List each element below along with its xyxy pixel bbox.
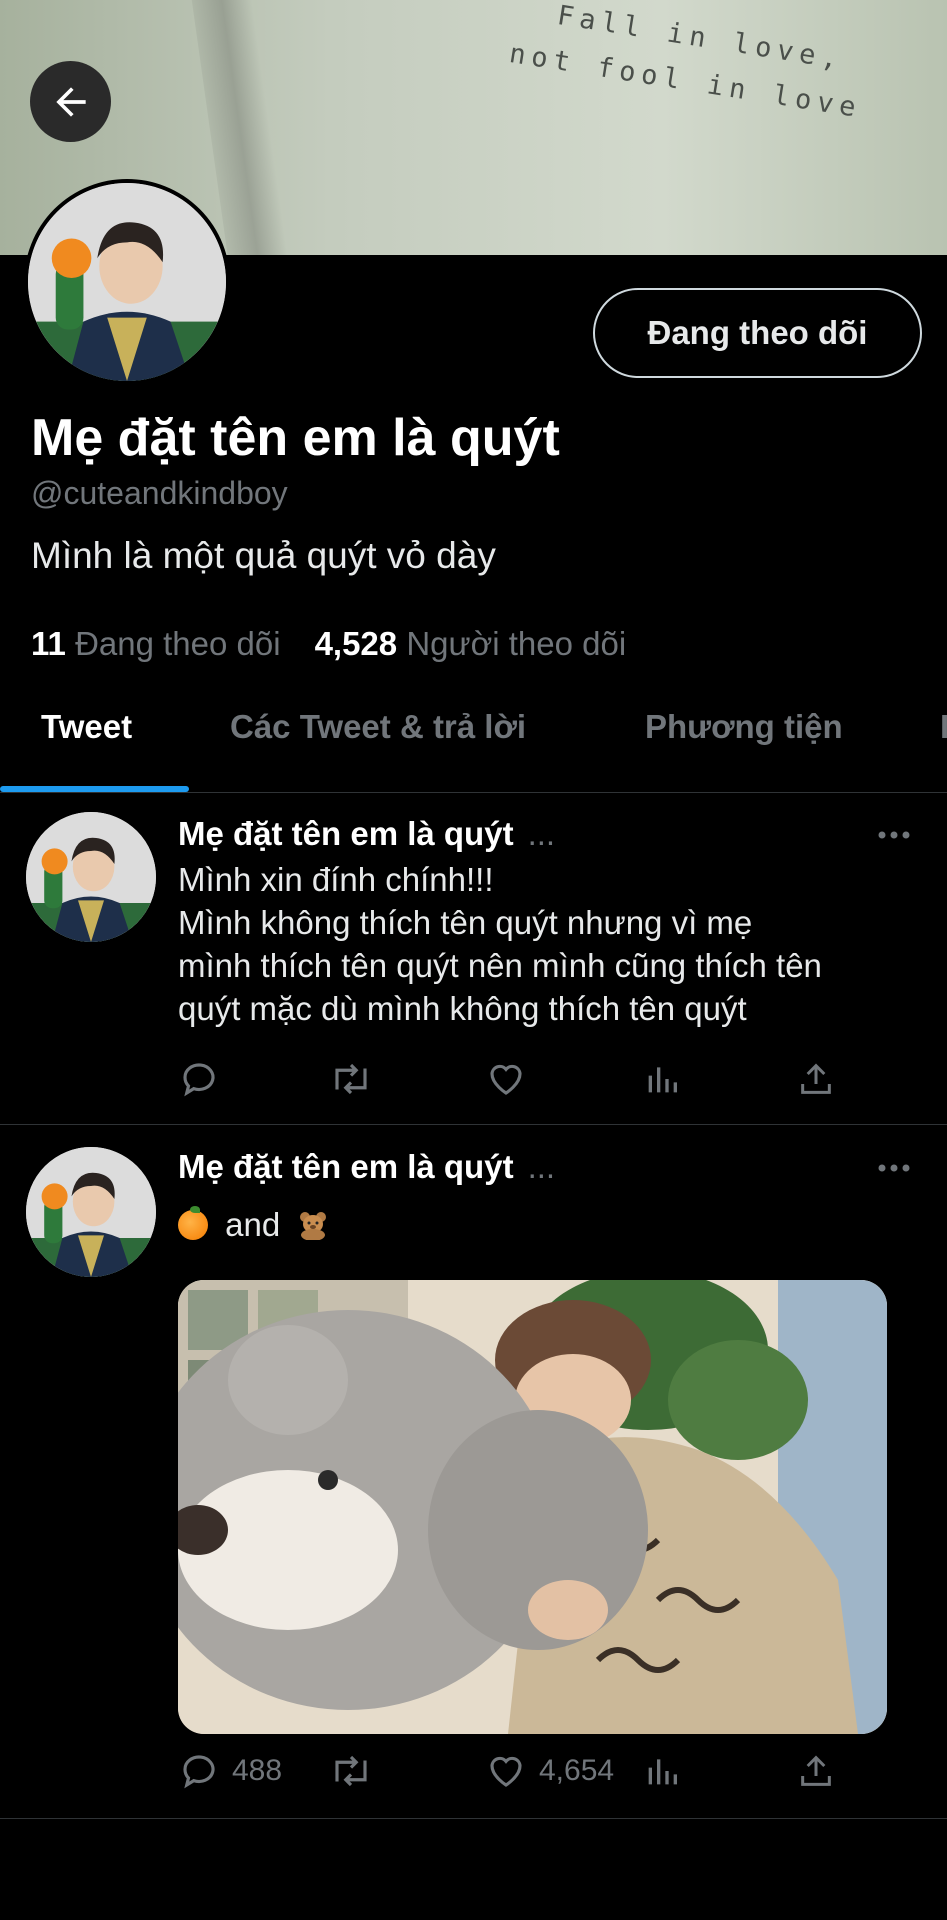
like-icon	[490, 1064, 522, 1095]
tweet-photo[interactable]	[178, 1280, 887, 1734]
views-button[interactable]	[642, 1750, 682, 1792]
tabs-divider	[0, 792, 947, 793]
tweet-line: mình thích tên quýt nên mình cũng thích …	[178, 947, 822, 984]
retweet-icon	[335, 1063, 367, 1095]
like-count: 4,654	[539, 1754, 615, 1787]
retweet-button[interactable]	[328, 1058, 374, 1100]
tweet-actions: 488 4,654	[178, 1750, 838, 1800]
tweet-ellipsis: ...	[527, 1148, 556, 1185]
following-button[interactable]: Đang theo dõi	[593, 288, 922, 378]
tweet-author-name[interactable]: Mẹ đặt tên em là quýt...	[178, 1148, 555, 1186]
tweet-divider	[0, 1818, 947, 1819]
profile-bio: Mình là một quả quýt vỏ dày	[31, 535, 496, 576]
tab-media[interactable]: Phương tiện	[645, 708, 843, 746]
tweet-author-name[interactable]: Mẹ đặt tên em là quýt...	[178, 815, 555, 853]
teddy-bear-emoji-icon	[300, 1212, 327, 1240]
tweet-line: Mình không thích tên quýt nhưng vì mẹ	[178, 904, 753, 941]
reply-button[interactable]: 488	[178, 1750, 282, 1792]
like-icon	[490, 1756, 522, 1787]
retweet-button[interactable]	[328, 1750, 374, 1792]
views-icon	[648, 1067, 677, 1093]
views-icon	[648, 1759, 677, 1785]
profile-display-name: Mẹ đặt tên em là quýt	[31, 409, 560, 467]
back-arrow-icon	[55, 86, 86, 117]
tweet-author-label: Mẹ đặt tên em là quýt	[178, 815, 514, 852]
tweet-avatar[interactable]	[24, 1145, 158, 1279]
share-button[interactable]	[796, 1058, 836, 1100]
more-icon	[878, 831, 910, 839]
tweet-more-button[interactable]	[876, 820, 912, 855]
tweet-avatar[interactable]	[24, 810, 158, 944]
tweet-divider	[0, 1124, 947, 1125]
tweet-body: Mình xin đính chính!!! Mình không thích …	[178, 858, 918, 1030]
tab-tweets-and-replies[interactable]: Các Tweet & trả lời	[230, 708, 526, 746]
tweet-ellipsis: ...	[527, 815, 556, 852]
following-count: 11	[31, 625, 66, 662]
profile-handle: @cuteandkindboy	[31, 475, 288, 511]
following-label: Đang theo dõi	[75, 625, 281, 662]
tweet-more-button[interactable]	[876, 1153, 912, 1188]
profile-stats: 11 Đang theo dõi 4,528 Người theo dõi	[31, 625, 626, 663]
like-button[interactable]: 4,654	[485, 1750, 614, 1792]
profile-avatar[interactable]	[24, 179, 230, 385]
followers-label: Người theo dõi	[406, 625, 627, 662]
followers-stat[interactable]: 4,528 Người theo dõi	[315, 625, 627, 663]
tweet-body: and	[178, 1203, 918, 1246]
views-button[interactable]	[642, 1058, 682, 1100]
more-icon	[878, 1164, 910, 1172]
tweet-line: Mình xin đính chính!!!	[178, 861, 494, 898]
reply-icon	[183, 1063, 215, 1097]
share-icon	[801, 1063, 831, 1094]
share-button[interactable]	[796, 1750, 836, 1792]
orange-emoji-icon	[178, 1206, 208, 1240]
followers-count: 4,528	[314, 625, 398, 662]
tweet-text: and	[225, 1206, 281, 1243]
like-button[interactable]	[485, 1058, 527, 1100]
reply-icon	[183, 1755, 215, 1789]
tweet-actions	[178, 1058, 838, 1108]
reply-count: 488	[232, 1754, 283, 1787]
back-button[interactable]	[30, 61, 111, 142]
tab-overflow[interactable]: I	[940, 708, 947, 746]
tab-tweets[interactable]: Tweet	[41, 708, 132, 746]
share-icon	[801, 1755, 831, 1786]
tweet-line: quýt mặc dù mình không thích tên quýt	[178, 990, 747, 1027]
retweet-icon	[335, 1755, 367, 1787]
tweet-author-label: Mẹ đặt tên em là quýt	[178, 1148, 514, 1185]
profile-tabs: Tweet Các Tweet & trả lời Phương tiện I	[0, 690, 947, 790]
following-stat[interactable]: 11 Đang theo dõi	[31, 625, 281, 663]
reply-button[interactable]	[178, 1058, 220, 1100]
